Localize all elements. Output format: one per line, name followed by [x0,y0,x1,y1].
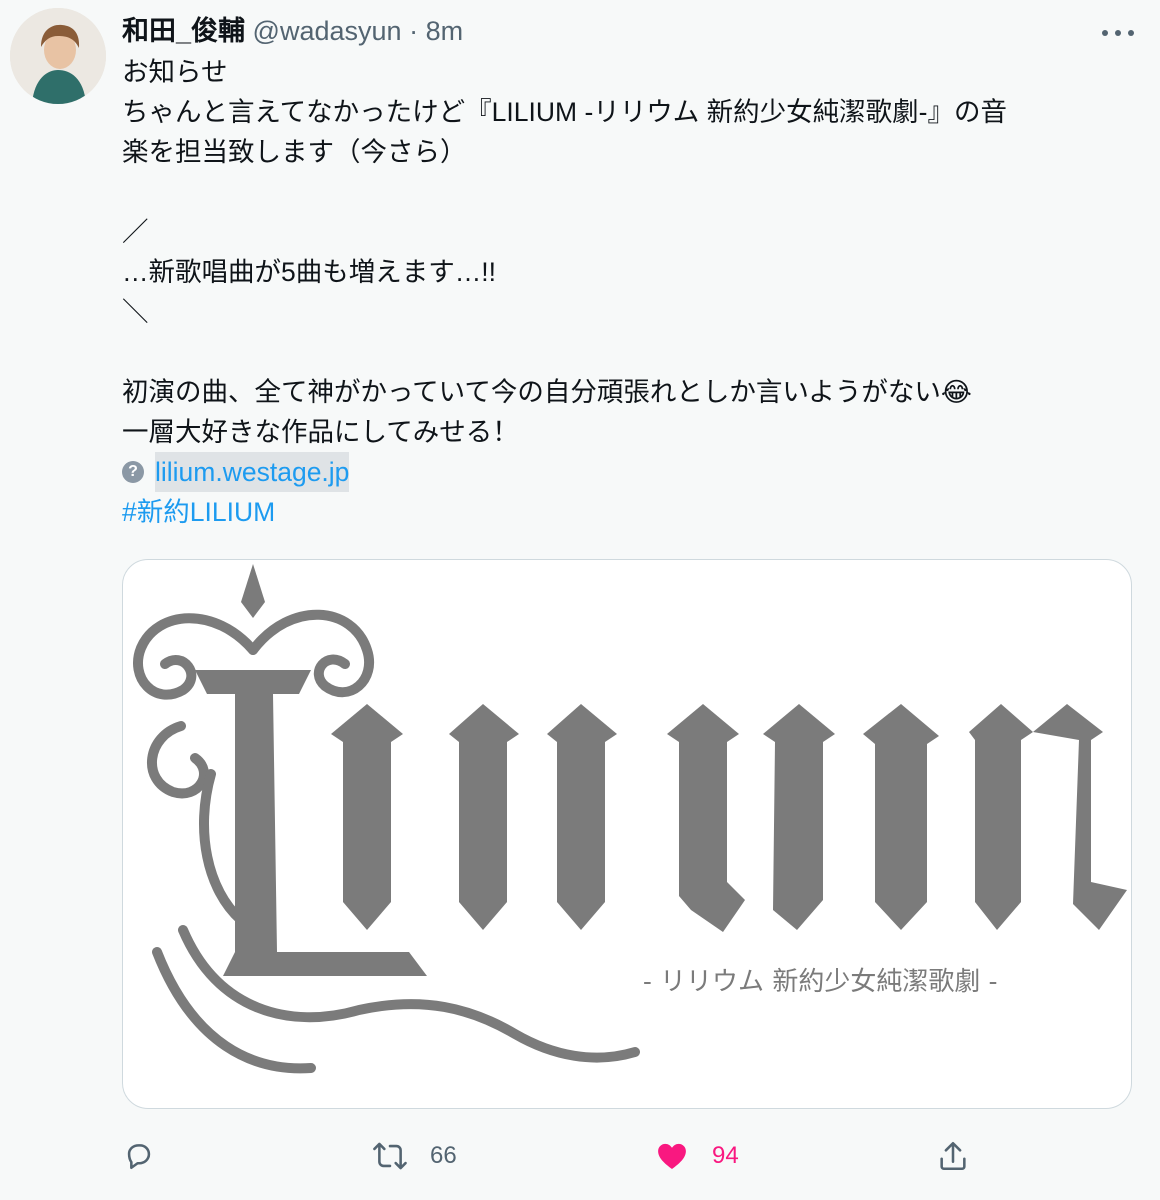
unknown-link-icon: ? [122,461,144,483]
tweet-line: ちゃんと言えてなかったけど『LILIUM -リリウム 新約少女純潔歌劇-』の音 [122,97,1007,127]
author-handle[interactable]: @wadasyun [253,16,402,46]
header-separator: · [409,16,419,46]
retweet-icon [373,1142,407,1170]
tweet-time[interactable]: 8m [426,16,464,46]
tweet-line: ／ [122,217,149,247]
like-count: 94 [712,1142,739,1169]
tweet-line: お知らせ [122,57,228,87]
lilium-logo-image: - リリウム 新約少女純潔歌劇 - [133,564,1127,1074]
tweet-line: 一層大好きな作品にしてみせる！ [122,417,519,447]
share-icon [940,1141,966,1171]
tweet-header: 和田_俊輔 @wadasyun · 8m [122,12,463,50]
card-subtitle: - リリウム 新約少女純潔歌劇 - [643,967,997,997]
author-name[interactable]: 和田_俊輔 [122,16,245,46]
tweet-line [122,172,1142,212]
tweet-line: ＼ [122,297,149,327]
tweet-line: 楽を担当致します（今さら） [122,137,467,167]
tweet-line: …新歌唱曲が5曲も増えます…!! [122,257,496,287]
hashtag-line: #新約LILIUM [122,492,1142,532]
tweet[interactable]: 和田_俊輔 @wadasyun · 8m お知らせ ちゃんと言えてなかったけど『… [0,0,1160,1200]
tweet-line [122,332,1142,372]
more-options-icon[interactable] [1098,18,1138,48]
retweet-button[interactable]: 66 [372,1134,457,1178]
reply-icon [127,1144,151,1170]
heart-icon [658,1143,686,1170]
hashtag-link[interactable]: #新約LILIUM [122,497,275,527]
retweet-count: 66 [430,1142,457,1169]
media-card[interactable]: - リリウム 新約少女純潔歌劇 - [122,559,1132,1109]
tweet-actions: 66 94 [122,1134,1122,1178]
reply-button[interactable] [122,1134,178,1178]
tweet-line: 初演の曲、全て神がかっていて今の自分頑張れとしか言いようがない😂 [122,377,972,407]
like-button[interactable]: 94 [654,1134,739,1178]
tweet-text: お知らせ ちゃんと言えてなかったけど『LILIUM -リリウム 新約少女純潔歌劇… [122,52,1142,532]
avatar[interactable] [10,8,106,104]
link-row: ? lilium.westage.jp [122,452,1142,492]
share-button[interactable] [936,1134,970,1178]
tweet-link[interactable]: lilium.westage.jp [155,452,350,492]
